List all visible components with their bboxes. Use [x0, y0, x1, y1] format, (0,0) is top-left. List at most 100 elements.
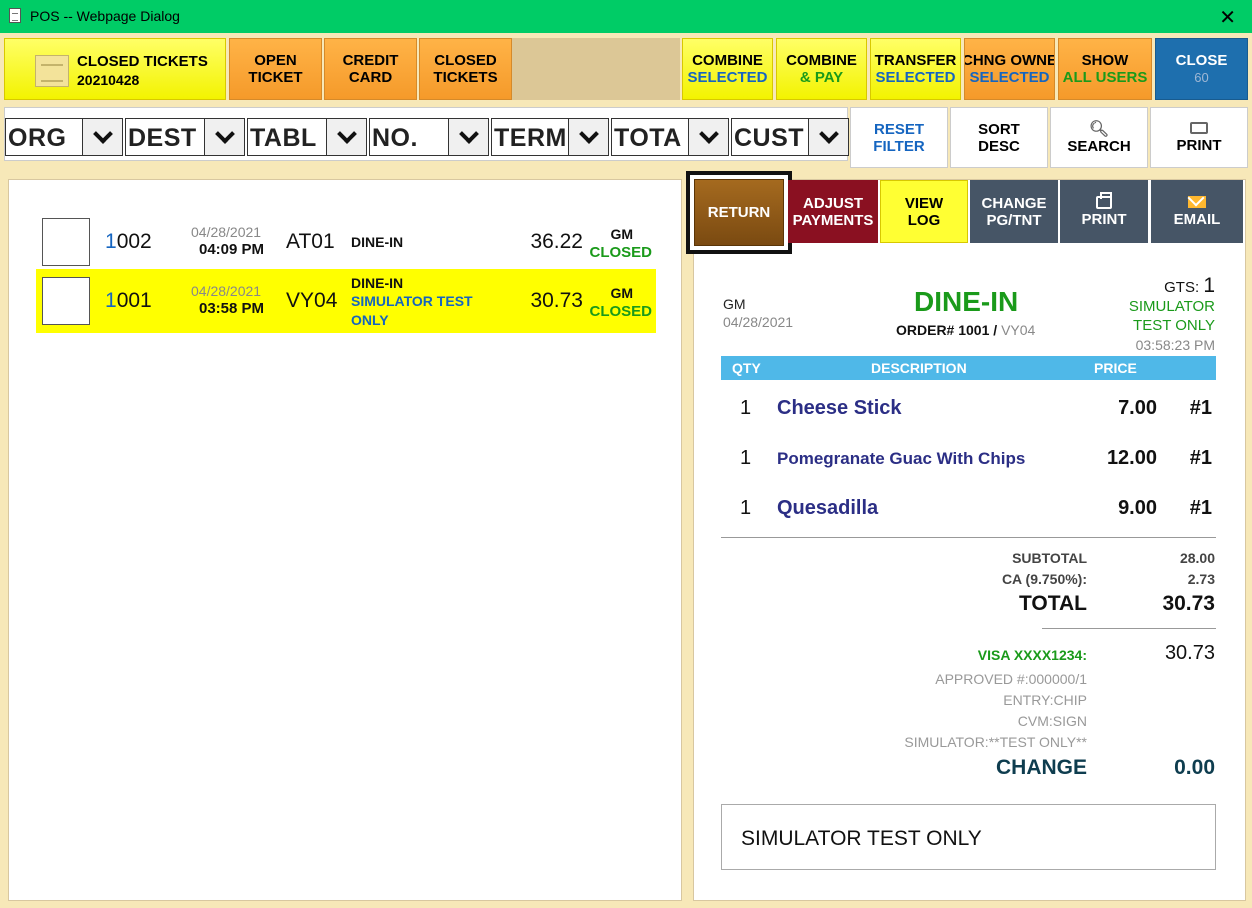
chevron-down-icon[interactable]	[326, 119, 366, 155]
sort-label-1: SORT	[978, 120, 1020, 138]
closed-tickets-button[interactable]: CLOSED TICKETS	[419, 38, 512, 100]
header-title: CLOSED TICKETS	[77, 53, 208, 70]
filter-total[interactable]: TOTA	[611, 118, 729, 156]
ticket-time: 03:58 PM	[199, 300, 265, 317]
filter-term[interactable]: TERM	[491, 118, 609, 156]
printer-icon	[1190, 121, 1208, 134]
item-description: Pomegranate Guac With Chips	[777, 449, 1026, 468]
ticket-row[interactable]: 1001 04/28/2021 03:58 PM VY04 DINE-IN SI…	[36, 269, 656, 333]
transfer-selected-button[interactable]: TRANSFER SELECTED	[870, 38, 961, 100]
item-price: 12.00	[1106, 447, 1157, 469]
print-list-button[interactable]: PRINT	[1150, 107, 1248, 168]
ticket-detail-pane: RETURN ADJUST PAYMENTS VIEW LOG CHANGE P…	[686, 171, 1246, 901]
filter-cust[interactable]: CUST	[731, 118, 849, 156]
chevron-down-icon[interactable]	[568, 119, 608, 155]
filter-org-label: ORG	[8, 124, 67, 152]
chevron-down-icon[interactable]	[82, 119, 122, 155]
cvm-method: CVM:SIGN	[1017, 713, 1087, 729]
open-ticket-label-2: TICKET	[248, 69, 303, 86]
search-icon: 🔍︎	[1088, 120, 1110, 138]
combine-selected-button[interactable]: COMBINE SELECTED	[682, 38, 773, 100]
print-receipt-button[interactable]: PRINT	[1060, 180, 1148, 243]
ticket-list: 1002 04/28/2021 04:09 PM AT01 DINE-IN 36…	[8, 179, 682, 901]
sort-desc-button[interactable]: SORT DESC	[950, 107, 1048, 168]
credit-card-label-1: CREDIT	[342, 52, 399, 69]
credit-card-button[interactable]: CREDIT CARD	[324, 38, 417, 100]
filter-tabl[interactable]: TABL	[247, 118, 367, 156]
close-label: CLOSE	[1175, 52, 1228, 69]
total-label: TOTAL	[1018, 592, 1087, 615]
close-button[interactable]: CLOSE 60	[1155, 38, 1248, 100]
ticket-row[interactable]: 1002 04/28/2021 04:09 PM AT01 DINE-IN 36…	[36, 210, 656, 274]
receipt-column-header: QTY DESCRIPTION PRICE	[721, 356, 1216, 380]
ticket-table: AT01	[286, 230, 335, 253]
adjust-payments-button[interactable]: ADJUST PAYMENTS	[788, 180, 878, 243]
item-description: Cheese Stick	[777, 397, 902, 419]
print-receipt-label: PRINT	[1081, 210, 1127, 228]
search-label: SEARCH	[1067, 137, 1131, 155]
chevron-down-icon[interactable]	[204, 119, 244, 155]
filter-dest[interactable]: DEST	[125, 118, 245, 156]
simulator-note: SIMULATOR:**TEST ONLY**	[904, 734, 1087, 750]
subtotal-value: 28.00	[1179, 550, 1215, 566]
ticket-checkbox[interactable]	[42, 277, 90, 325]
ticket-date: 04/28/2021	[191, 224, 262, 240]
entry-method: ENTRY:CHIP	[1003, 692, 1087, 708]
receipt-item[interactable]: 1 Cheese Stick 7.00 #1	[721, 393, 1216, 423]
combine-selected-label-1: COMBINE	[692, 52, 763, 69]
view-log-button[interactable]: VIEW LOG	[880, 180, 968, 243]
item-price: 7.00	[1118, 397, 1157, 419]
ticket-type: DINE-IN	[351, 275, 404, 291]
ticket-date: 04/28/2021	[191, 283, 262, 299]
email-receipt-button[interactable]: EMAIL	[1151, 180, 1243, 243]
show-all-label-2: ALL USERS	[1062, 69, 1148, 86]
filter-bar: ORG DEST TABL NO. TERM TOTA CUST	[4, 107, 849, 161]
chevron-down-icon[interactable]	[688, 119, 728, 155]
view-log-label-2: LOG	[907, 211, 941, 229]
change-label: CHANGE	[995, 756, 1087, 779]
receipt-customer-line1: SIMULATOR	[1128, 298, 1215, 315]
transfer-selected-label-2: SELECTED	[875, 69, 956, 86]
open-ticket-button[interactable]: OPEN TICKET	[229, 38, 322, 100]
item-qty: 1	[740, 397, 752, 419]
receipt-item[interactable]: 1 Pomegranate Guac With Chips 12.00 #1	[721, 443, 1216, 473]
qty-header: QTY	[732, 360, 761, 376]
filter-term-label: TERM	[494, 124, 567, 152]
ticket-amount: 36.22	[530, 230, 583, 253]
envelope-icon	[1188, 195, 1206, 208]
receipt-item[interactable]: 1 Quesadilla 9.00 #1	[721, 493, 1216, 523]
chevron-down-icon[interactable]	[448, 119, 488, 155]
transfer-selected-label-1: TRANSFER	[874, 52, 957, 69]
filter-dest-label: DEST	[128, 124, 197, 152]
receipt-guests: GTS: 1	[1164, 274, 1215, 297]
adjust-label-1: ADJUST	[802, 194, 863, 212]
payment-value: 30.73	[1164, 642, 1215, 664]
header-date: 20210428	[77, 72, 140, 88]
ticket-status: CLOSED	[589, 244, 652, 261]
toolbar-spacer	[512, 38, 680, 100]
change-owner-label-1: CHNG OWNE	[964, 52, 1055, 69]
divider	[721, 537, 1216, 538]
item-seat: #1	[1189, 497, 1212, 519]
window-title: POS -- Webpage Dialog	[30, 8, 180, 24]
filter-org[interactable]: ORG	[5, 118, 123, 156]
ticket-checkbox[interactable]	[42, 218, 90, 266]
ticket-note-line2: ONLY	[351, 312, 389, 328]
close-countdown: 60	[1194, 70, 1209, 85]
ticket-server: GM	[610, 226, 633, 242]
combine-pay-button[interactable]: COMBINE & PAY	[776, 38, 867, 100]
change-owner-button[interactable]: CHNG OWNE SELECTED	[964, 38, 1055, 100]
reset-filter-button[interactable]: RESET FILTER	[850, 107, 948, 168]
return-button[interactable]: RETURN	[686, 171, 792, 254]
show-all-users-button[interactable]: SHOW ALL USERS	[1058, 38, 1152, 100]
filter-no[interactable]: NO.	[369, 118, 489, 156]
receipt-customer-line2: TEST ONLY	[1133, 317, 1215, 334]
chevron-down-icon[interactable]	[808, 119, 848, 155]
change-pg-tnt-button[interactable]: CHANGE PG/TNT	[970, 180, 1058, 243]
window-close-icon[interactable]: ✕	[1219, 5, 1236, 30]
open-ticket-label-1: OPEN	[254, 52, 297, 69]
filter-total-label: TOTA	[614, 124, 682, 152]
search-button[interactable]: 🔍︎ SEARCH	[1050, 107, 1148, 168]
ticket-note-line1: SIMULATOR TEST	[351, 293, 473, 309]
reset-filter-label-2: FILTER	[873, 137, 925, 155]
